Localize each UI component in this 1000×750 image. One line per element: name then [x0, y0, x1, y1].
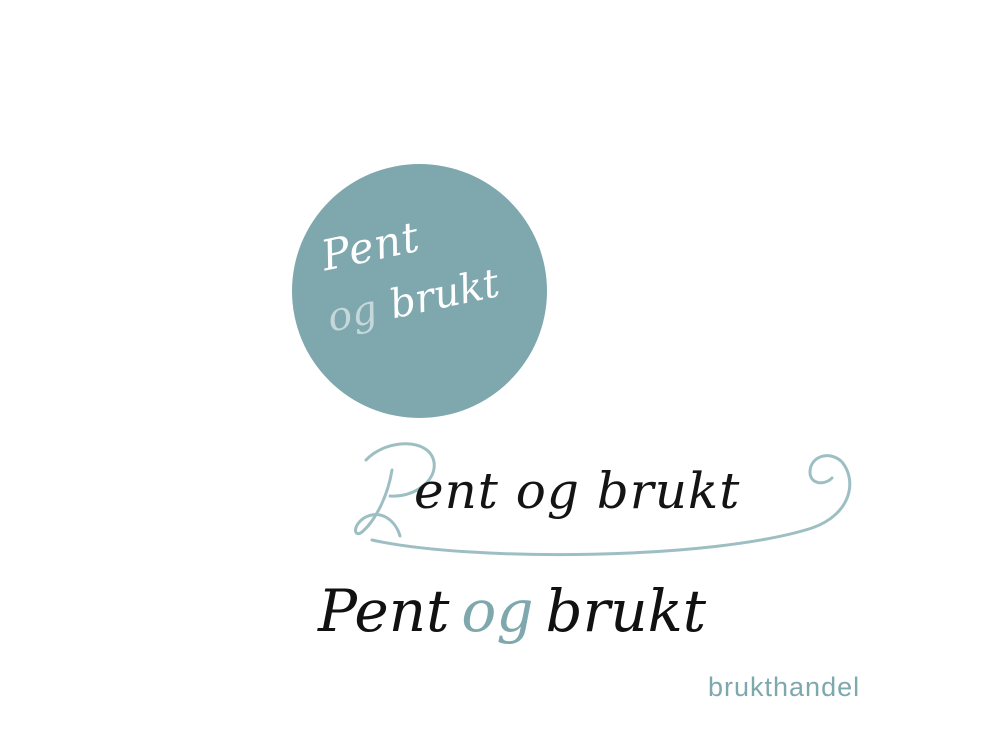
- wordmark-og: og: [461, 577, 534, 645]
- wordmark-brukt: brukt: [545, 577, 707, 645]
- wordmark-tagline: brukthandel: [708, 672, 861, 702]
- wordmark-pent: Pent: [318, 577, 450, 645]
- circle-logo: Pent og brukt: [292, 164, 547, 418]
- swash-logo-text: ent og brukt: [414, 462, 741, 520]
- wordmark-logo: Pent og brukt: [318, 582, 706, 640]
- swash-logo: ent og brukt: [352, 440, 862, 565]
